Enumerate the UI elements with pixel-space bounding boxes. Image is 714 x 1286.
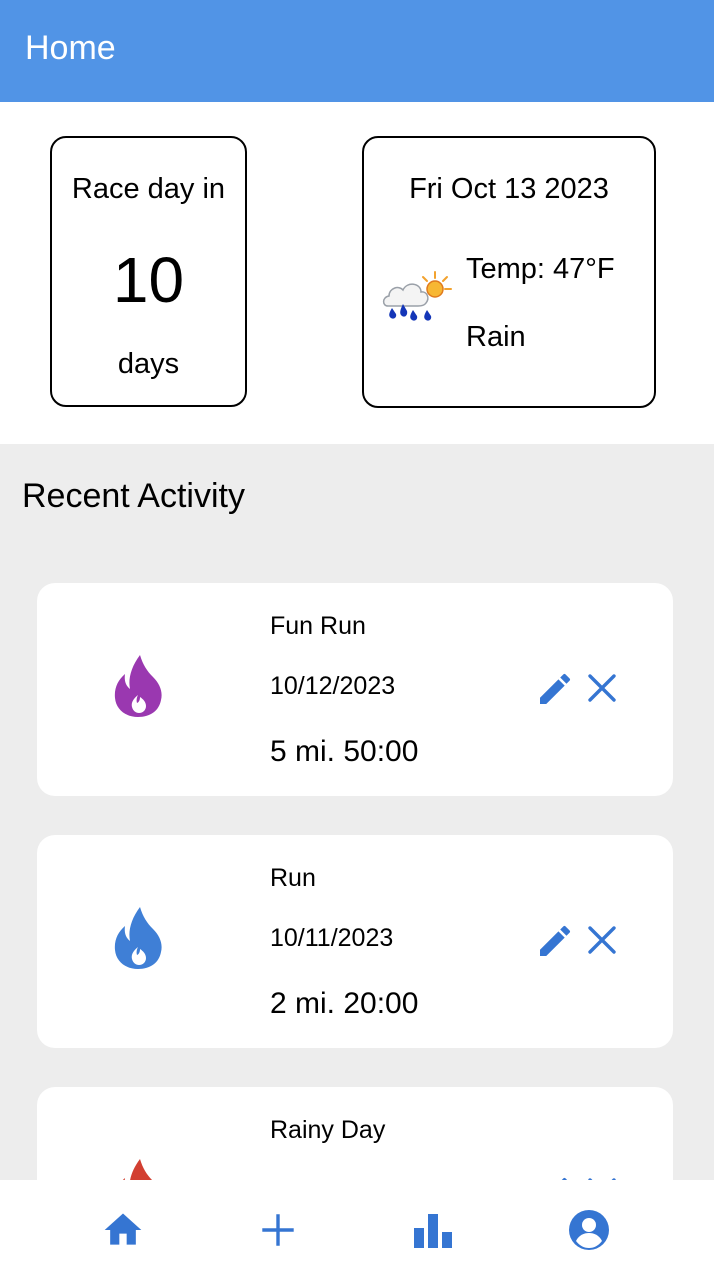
plus-icon[interactable] [256, 1208, 300, 1252]
activity-date: 10/11/2023 [270, 924, 394, 952]
activity-name: Fun Run [270, 612, 366, 640]
weather-condition: Rain [466, 321, 526, 353]
race-countdown-card: Race day in 10 days [50, 136, 247, 407]
edit-icon[interactable] [535, 669, 575, 709]
edit-icon[interactable] [535, 1173, 575, 1180]
activity-card[interactable]: Rainy Day [37, 1087, 673, 1180]
app-bar: Home [0, 0, 714, 102]
activity-name: Rainy Day [270, 1116, 386, 1144]
flame-icon [113, 1157, 163, 1180]
weather-date: Fri Oct 13 2023 [409, 173, 609, 205]
bottom-nav [0, 1180, 714, 1286]
home-icon[interactable] [101, 1208, 145, 1252]
flame-icon [113, 653, 163, 719]
flame-icon [113, 905, 163, 971]
section-title: Recent Activity [22, 477, 245, 515]
rain-cloud-sun-icon [380, 270, 454, 330]
activity-date: 10/12/2023 [270, 672, 396, 700]
activity-name: Run [270, 864, 316, 892]
race-countdown-prefix: Race day in [71, 173, 226, 205]
edit-icon[interactable] [535, 921, 575, 961]
activity-stats: 2 mi. 20:00 [270, 987, 419, 1020]
bar-chart-icon[interactable] [411, 1208, 455, 1252]
weather-temp: Temp: 47°F [466, 253, 615, 285]
race-countdown-number: 10 [112, 244, 185, 316]
weather-card: Fri Oct 13 2023 Temp: 47°F Rain [362, 136, 656, 408]
activity-card[interactable]: Run 10/11/2023 2 mi. 20:00 [37, 835, 673, 1048]
page-title: Home [25, 29, 116, 67]
activity-stats: 5 mi. 50:00 [270, 735, 419, 768]
recent-activity-section: Recent Activity Fun Run 10/12/2023 5 mi.… [0, 444, 714, 1180]
race-countdown-suffix: days [117, 348, 180, 380]
close-icon[interactable] [585, 923, 619, 957]
account-circle-icon[interactable] [567, 1208, 611, 1252]
summary-section: Race day in 10 days Fri Oct 13 2023 Temp… [0, 102, 714, 444]
close-icon[interactable] [585, 671, 619, 705]
activity-card[interactable]: Fun Run 10/12/2023 5 mi. 50:00 [37, 583, 673, 796]
